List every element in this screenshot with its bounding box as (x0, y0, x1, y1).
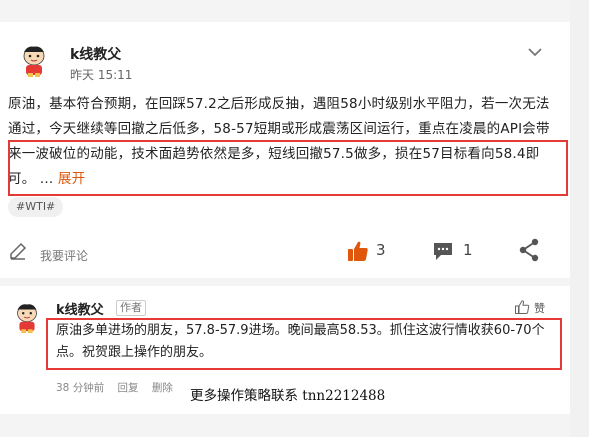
reply-author-avatar[interactable] (10, 300, 44, 334)
contact-overlay-text: 更多操作策略联系 tnn2212488 (190, 388, 386, 404)
post-highlight-box (8, 140, 568, 196)
share-icon[interactable] (518, 238, 540, 262)
section-divider (0, 278, 570, 286)
post-time: 昨天 15:11 (70, 68, 133, 82)
author-avatar[interactable] (16, 42, 52, 78)
reply-meta: 38 分钟前 回复 删除 (56, 380, 183, 395)
like-count: 3 (376, 241, 386, 259)
comment-count: 1 (463, 241, 473, 259)
comment-bubble-icon[interactable] (432, 240, 454, 262)
comment-input-placeholder[interactable]: 我要评论 (40, 247, 88, 264)
post-author-name[interactable]: k线教父 (70, 44, 121, 64)
thumbs-up-icon[interactable] (346, 239, 370, 263)
chevron-down-icon[interactable] (525, 45, 545, 59)
author-role-badge: 作者 (116, 300, 146, 316)
reply-button[interactable]: 回复 (118, 382, 139, 394)
top-band (0, 0, 570, 22)
reply-time: 38 分钟前 (56, 382, 105, 394)
action-bar: 我要评论 3 1 (0, 233, 570, 269)
delete-button[interactable]: 删除 (152, 382, 173, 394)
scrollbar-track[interactable] (570, 0, 589, 437)
reply-highlight-box (46, 318, 562, 370)
bottom-band (0, 414, 570, 437)
thumbs-up-outline-icon[interactable] (514, 299, 530, 315)
reply-author-name[interactable]: k线教父 (56, 299, 104, 318)
edit-comment-icon[interactable] (8, 241, 28, 261)
post-page: k线教父 昨天 15:11 原油，基本符合预期，在回踩57.2之后形成反抽，遇阻… (0, 0, 589, 437)
topic-tag[interactable]: #WTI# (8, 197, 64, 217)
reply-like-label[interactable]: 赞 (534, 300, 545, 316)
